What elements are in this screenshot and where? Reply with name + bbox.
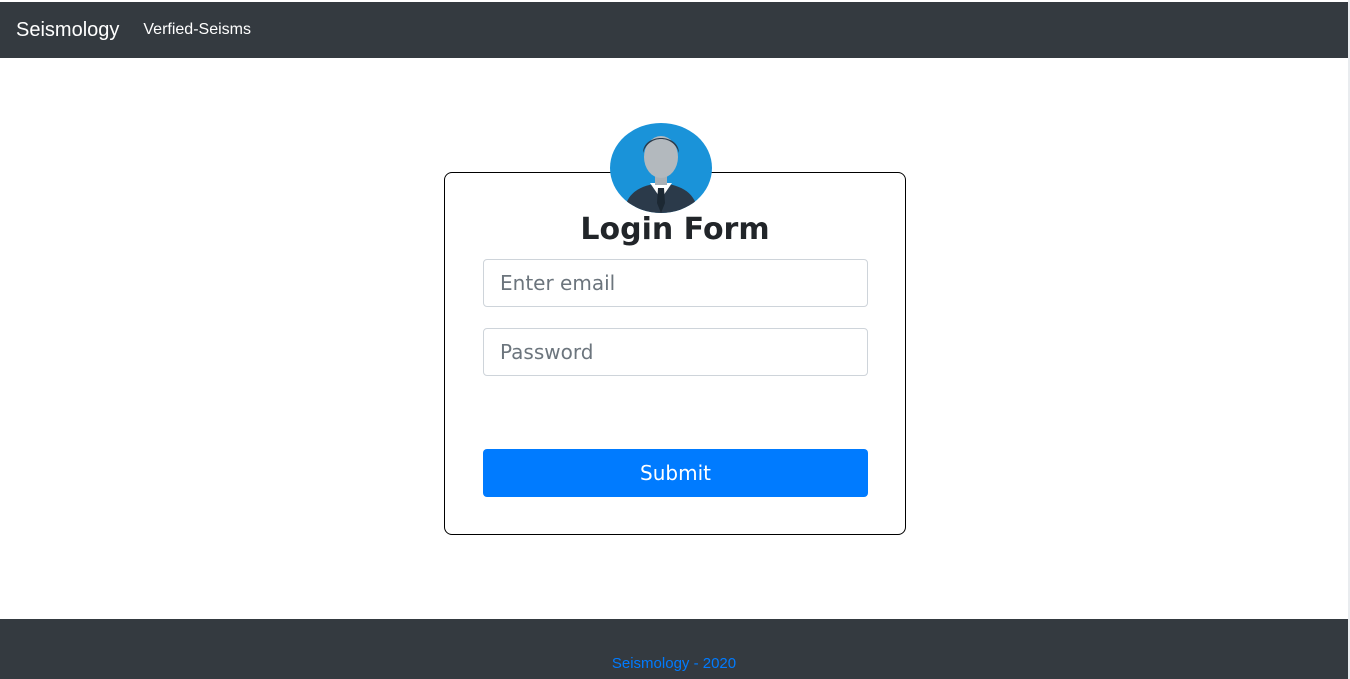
email-input[interactable] — [483, 259, 868, 307]
footer: Seismology - 2020 — [0, 619, 1348, 679]
password-input[interactable] — [483, 328, 868, 376]
login-form-title: Login Form — [580, 212, 770, 247]
footer-copyright: Seismology - 2020 — [611, 655, 737, 672]
brand-link[interactable]: Seismology — [16, 19, 119, 42]
nav-link-verfied-seisms[interactable]: Verfied-Seisms — [143, 21, 251, 39]
top-navbar: Seismology Verfied-Seisms — [0, 2, 1348, 58]
user-avatar-icon — [610, 123, 712, 213]
submit-button[interactable]: Submit — [483, 449, 868, 497]
